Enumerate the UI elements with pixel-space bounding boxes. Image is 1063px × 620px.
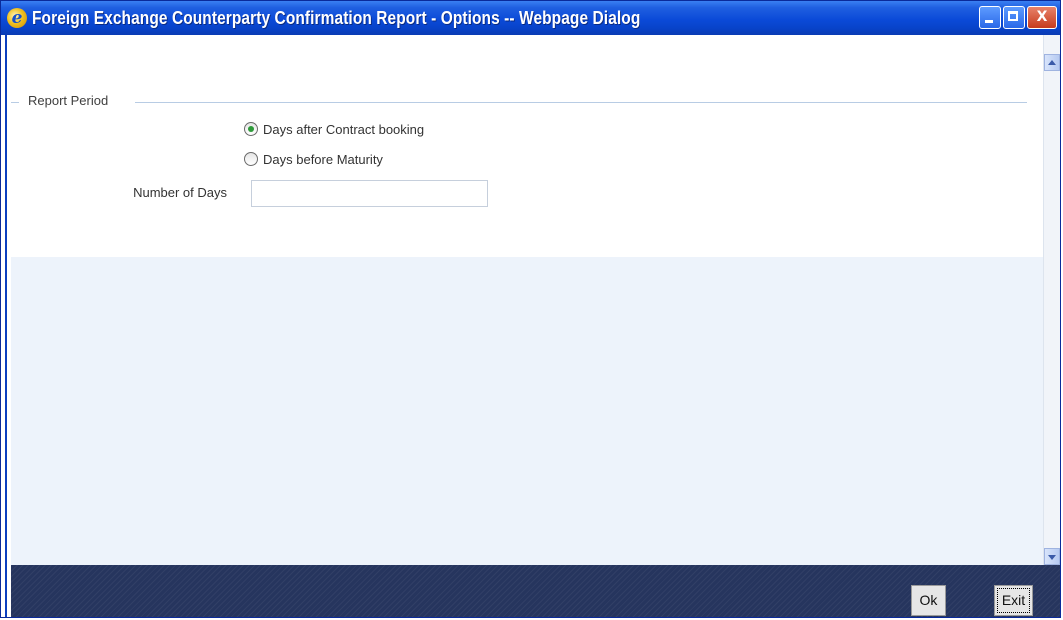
radio-option-days-after-booking[interactable]: Days after Contract booking: [244, 119, 424, 139]
radio-option-days-before-maturity[interactable]: Days before Maturity: [244, 149, 383, 169]
footer-bar: Ok Exit: [11, 565, 1060, 617]
exit-button[interactable]: Exit: [994, 585, 1033, 616]
close-icon: X: [1036, 9, 1048, 25]
report-period-legend: Report Period: [28, 93, 109, 108]
maximize-button[interactable]: [1003, 6, 1025, 29]
close-button[interactable]: X: [1027, 6, 1057, 29]
number-of-days-input[interactable]: [251, 180, 488, 207]
radio-days-after-booking[interactable]: [244, 122, 258, 136]
arrow-down-icon: [1048, 555, 1056, 560]
window-title: Foreign Exchange Counterparty Confirmati…: [32, 8, 641, 28]
dialog-content-area: Report Period Days after Contract bookin…: [11, 35, 1060, 565]
scroll-down-button[interactable]: [1044, 548, 1060, 565]
fieldset-border-right: [135, 102, 1027, 103]
number-of-days-label: Number of Days: [133, 185, 227, 200]
ie-icon: e: [7, 8, 27, 28]
radio-label-days-after-booking: Days after Contract booking: [263, 121, 425, 137]
dialog-window: e Foreign Exchange Counterparty Confirma…: [0, 0, 1061, 618]
radio-days-before-maturity[interactable]: [244, 152, 258, 166]
window-left-border: [1, 35, 11, 617]
title-bar[interactable]: e Foreign Exchange Counterparty Confirma…: [1, 1, 1060, 35]
vertical-scrollbar[interactable]: [1043, 35, 1060, 565]
arrow-up-icon: [1048, 60, 1056, 65]
scrollable-content: Report Period Days after Contract bookin…: [11, 35, 1043, 565]
radio-label-days-before-maturity: Days before Maturity: [263, 151, 383, 167]
report-period-panel: Report Period Days after Contract bookin…: [11, 35, 1043, 257]
minimize-button[interactable]: [979, 6, 1001, 29]
ok-button[interactable]: Ok: [911, 585, 946, 616]
scroll-up-button[interactable]: [1044, 54, 1060, 71]
fieldset-border-left: [11, 102, 19, 103]
